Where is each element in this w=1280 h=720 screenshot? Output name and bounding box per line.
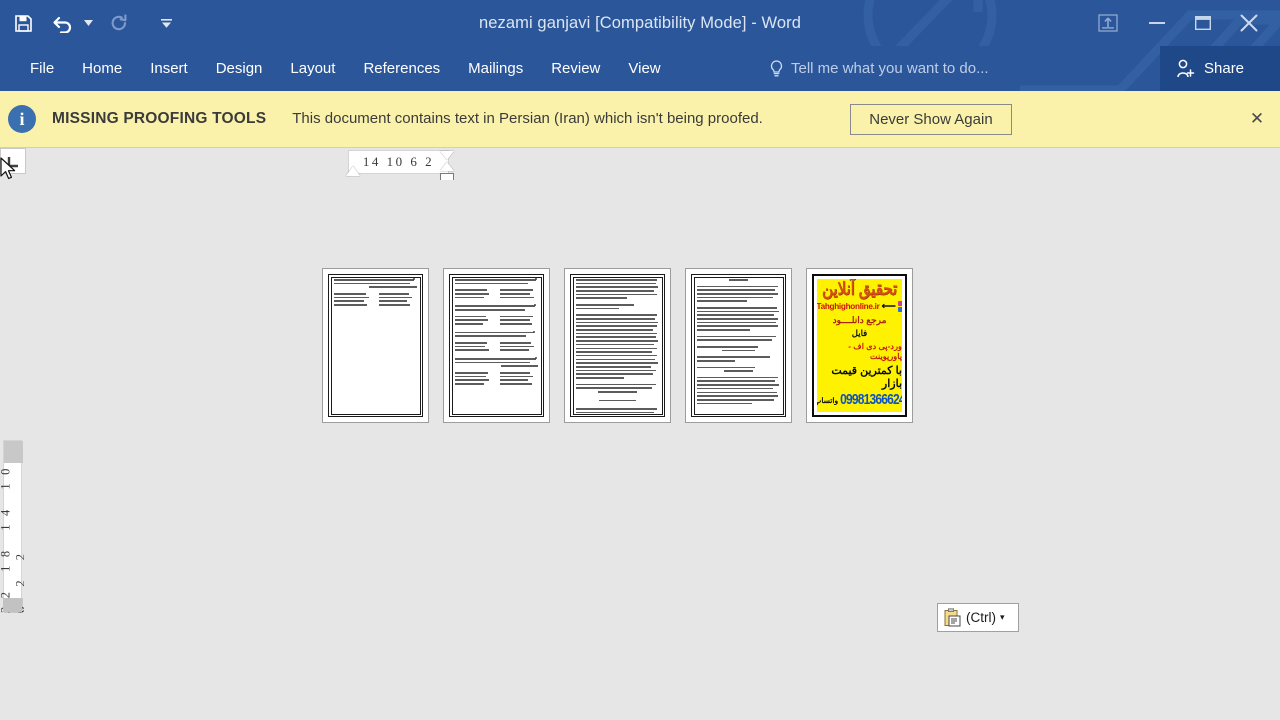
ad-badge-icon-1 <box>897 301 902 306</box>
tab-file[interactable]: File <box>16 46 68 91</box>
share-button[interactable]: Share <box>1160 46 1280 91</box>
paste-options-label: (Ctrl) <box>966 610 996 625</box>
page-2-content <box>449 274 544 417</box>
ribbon-display-options-button[interactable] <box>1082 0 1134 46</box>
title-bar: nezami ganjavi [Compatibility Mode] - Wo… <box>0 0 1280 46</box>
document-page-5-advertisement[interactable]: تحقیق آنلاین Tahghighonline.ir ⟵ مرجع دا… <box>806 268 913 423</box>
clipboard-icon <box>943 607 963 628</box>
horizontal-ruler-marks: 14 10 6 2 <box>362 154 435 169</box>
tell-me-search[interactable]: Tell me what you want to do... <box>770 46 989 91</box>
restore-icon <box>1195 16 1211 30</box>
tab-stop-left-icon <box>7 156 18 167</box>
share-person-icon <box>1177 59 1195 78</box>
horizontal-ruler[interactable]: 14 10 6 2 <box>348 150 449 174</box>
vertical-ruler-marks: 22 18 14 10 6 2 2 <box>0 460 28 613</box>
minimize-icon <box>1149 22 1165 24</box>
close-icon <box>1240 14 1258 32</box>
ad-phone-number: 09981366624 <box>840 390 902 408</box>
paste-options-button[interactable]: (Ctrl) ▾ <box>937 603 1019 632</box>
page-4-content <box>691 274 786 417</box>
document-page-1[interactable] <box>322 268 429 423</box>
hanging-indent-marker[interactable] <box>440 151 454 160</box>
chevron-down-icon: ▾ <box>1000 612 1005 622</box>
document-canvas[interactable] <box>24 180 1280 720</box>
share-label: Share <box>1204 60 1245 77</box>
tab-design[interactable]: Design <box>202 46 277 91</box>
ribbon-display-options-icon <box>1098 14 1118 32</box>
close-button[interactable] <box>1226 0 1272 46</box>
tab-stop-selector-button[interactable] <box>0 148 26 174</box>
window-controls <box>1082 0 1280 46</box>
advertisement-poster: تحقیق آنلاین Tahghighonline.ir ⟵ مرجع دا… <box>817 279 902 412</box>
restore-button[interactable] <box>1180 0 1226 46</box>
notification-message: This document contains text in Persian (… <box>292 110 763 127</box>
ad-line-2: فایل <box>851 328 868 338</box>
tab-layout[interactable]: Layout <box>276 46 349 91</box>
lightbulb-icon <box>770 59 783 78</box>
missing-proofing-tools-notification: i MISSING PROOFING TOOLS This document c… <box>0 91 1280 148</box>
vertical-ruler[interactable]: 22 18 14 10 6 2 2 <box>0 440 28 613</box>
tab-review[interactable]: Review <box>537 46 614 91</box>
tab-home[interactable]: Home <box>68 46 136 91</box>
ad-line-4: با کمترین قیمت بازار <box>831 365 902 390</box>
page-3-content <box>570 274 665 417</box>
ad-line-1: مرجع دانلــــود <box>832 315 887 325</box>
page-5-border: تحقیق آنلاین Tahghighonline.ir ⟵ مرجع دا… <box>812 274 907 417</box>
tell-me-placeholder: Tell me what you want to do... <box>791 60 989 77</box>
word-application-window: nezami ganjavi [Compatibility Mode] - Wo… <box>0 0 1280 720</box>
first-line-indent-marker[interactable] <box>346 166 360 176</box>
ribbon-tab-bar: File Home Insert Design Layout Reference… <box>0 46 1280 91</box>
tab-view[interactable]: View <box>614 46 674 91</box>
ad-title: تحقیق آنلاین <box>821 280 898 300</box>
tab-insert[interactable]: Insert <box>136 46 202 91</box>
ribbon-tabs: File Home Insert Design Layout Reference… <box>16 46 675 91</box>
vertical-ruler-lower-strip <box>3 598 22 612</box>
tab-references[interactable]: References <box>349 46 454 91</box>
ad-line-3: ورد-پی دی اف - پاورپوینت <box>848 342 902 361</box>
left-indent-marker[interactable] <box>440 162 454 171</box>
document-page-3[interactable] <box>564 268 671 423</box>
info-icon: i <box>8 105 36 133</box>
document-page-2[interactable] <box>443 268 550 423</box>
ad-badge-icon-2 <box>897 307 902 312</box>
notification-close-button[interactable]: ✕ <box>1244 106 1270 132</box>
ad-url-text: Tahghighonline.ir <box>817 302 880 311</box>
horizontal-ruler-area: 14 10 6 2 <box>0 148 1280 182</box>
left-arrow-icon: ⟵ <box>881 300 896 312</box>
notification-title: MISSING PROOFING TOOLS <box>52 110 267 127</box>
minimize-button[interactable] <box>1134 0 1180 46</box>
ad-phone-row: 09981366624 واتساپ <box>817 390 902 408</box>
document-page-4[interactable] <box>685 268 792 423</box>
page-thumbnail-row: تحقیق آنلاین Tahghighonline.ir ⟵ مرجع دا… <box>322 268 913 423</box>
tab-mailings[interactable]: Mailings <box>454 46 537 91</box>
never-show-again-button[interactable]: Never Show Again <box>850 103 1012 135</box>
page-1-content <box>328 274 423 417</box>
ad-url-row: Tahghighonline.ir ⟵ <box>817 301 902 312</box>
ad-whatsapp-label: واتساپ <box>817 396 839 405</box>
